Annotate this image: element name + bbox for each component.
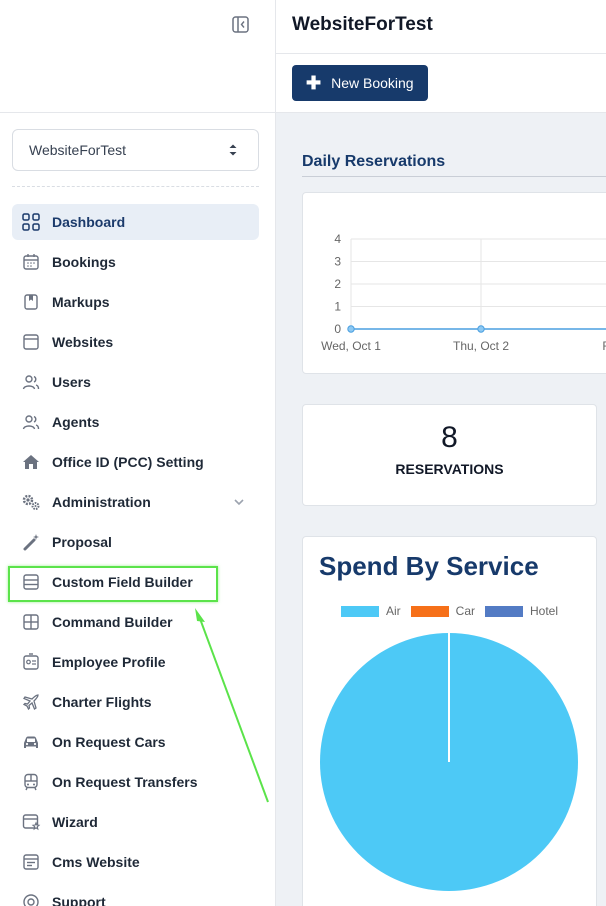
daily-reservations-title: Daily Reservations xyxy=(302,153,446,170)
sidebar-item-on-request-transfers[interactable]: On Request Transfers xyxy=(12,764,259,800)
x-tick-label: Fri, xyxy=(602,339,606,353)
sidebar-item-label: Websites xyxy=(52,334,114,350)
sidebar-item-markups[interactable]: Markups xyxy=(12,284,259,320)
website-selector[interactable]: WebsiteForTest xyxy=(12,129,259,171)
sidebar-item-label: Custom Field Builder xyxy=(52,574,193,590)
sidebar-item-label: Markups xyxy=(52,294,110,310)
sidebar-item-label: Administration xyxy=(52,494,151,510)
plus-icon: ✚ xyxy=(306,72,322,93)
x-tick-label: Thu, Oct 2 xyxy=(453,339,509,353)
form-rows-icon xyxy=(21,572,41,592)
reservations-label: RESERVATIONS xyxy=(395,461,504,477)
sidebar-item-label: Dashboard xyxy=(52,214,126,230)
sidebar-item-label: Bookings xyxy=(52,254,116,270)
reservations-count: 8 xyxy=(441,421,458,454)
sidebar-item-label: Support xyxy=(52,894,106,906)
sidebar-item-employee-profile[interactable]: Employee Profile xyxy=(12,644,259,680)
spend-by-service-card: Spend By Service Air Car Hotel xyxy=(302,536,597,906)
cms-icon xyxy=(21,852,41,872)
select-arrows-icon xyxy=(228,143,238,160)
top-header: WebsiteForTest xyxy=(276,0,606,54)
sidebar-item-wizard[interactable]: Wizard xyxy=(12,804,259,840)
chevron-down-icon[interactable] xyxy=(233,495,245,513)
layout-panels-icon xyxy=(21,612,41,632)
y-tick-label: 3 xyxy=(334,255,341,269)
car-icon xyxy=(21,732,41,752)
sidebar-item-support[interactable]: Support xyxy=(12,884,259,906)
sidebar-item-label: Command Builder xyxy=(52,614,173,630)
sidebar-item-custom-field-builder[interactable]: Custom Field Builder xyxy=(12,564,259,600)
sidebar-item-label: Proposal xyxy=(52,534,112,550)
sidebar-item-label: Office ID (PCC) Setting xyxy=(52,454,204,470)
sidebar-item-dashboard[interactable]: Dashboard xyxy=(12,204,259,240)
wizard-window-icon xyxy=(21,812,41,832)
calendar-icon xyxy=(21,252,41,272)
home-icon xyxy=(21,452,41,472)
sidebar-item-office-id-pcc-setting[interactable]: Office ID (PCC) Setting xyxy=(12,444,259,480)
y-tick-label: 0 xyxy=(334,322,341,336)
spend-pie-chart xyxy=(320,633,578,891)
sidebar-item-command-builder[interactable]: Command Builder xyxy=(12,604,259,640)
new-booking-label: New Booking xyxy=(331,75,414,91)
sidebar-item-websites[interactable]: Websites xyxy=(12,324,259,360)
gears-icon xyxy=(21,492,41,512)
data-point[interactable] xyxy=(477,325,485,333)
daily-reservations-card: 0 1 2 3 4 Wed, Oct 1 Thu, Oct 2 Fri, xyxy=(302,192,606,374)
sidebar-collapse-icon[interactable] xyxy=(232,16,249,33)
website-selector-value: WebsiteForTest xyxy=(29,142,126,158)
bus-icon xyxy=(21,772,41,792)
daily-reservations-chart: 0 1 2 3 4 Wed, Oct 1 Thu, Oct 2 Fri, xyxy=(321,232,606,353)
magic-wand-icon xyxy=(21,532,41,552)
sidebar-item-bookings[interactable]: Bookings xyxy=(12,244,259,280)
y-tick-label: 1 xyxy=(334,300,341,314)
browser-window-icon xyxy=(21,332,41,352)
dashboard-main: Daily Reservations 0 1 2 3 4 Wed, Oct 1 Thu, O… xyxy=(276,113,606,906)
sidebar-item-label: Cms Website xyxy=(52,854,140,870)
sidebar-item-label: Users xyxy=(52,374,91,390)
sidebar-header xyxy=(0,0,275,113)
sidebar-item-charter-flights[interactable]: Charter Flights xyxy=(12,684,259,720)
x-tick-label: Wed, Oct 1 xyxy=(321,339,381,353)
sidebar: WebsiteForTest Dashboard Bookings Markups W… xyxy=(0,0,276,906)
toolbar: ✚ New Booking xyxy=(276,54,606,113)
sidebar-item-label: Agents xyxy=(52,414,100,430)
sidebar-item-label: Employee Profile xyxy=(52,654,166,670)
id-card-icon xyxy=(21,652,41,672)
divider xyxy=(12,186,259,187)
section-divider xyxy=(302,176,606,177)
sidebar-item-label: Charter Flights xyxy=(52,694,152,710)
users-icon xyxy=(21,372,41,392)
support-icon xyxy=(21,892,41,906)
agents-icon xyxy=(21,412,41,432)
sidebar-item-proposal[interactable]: Proposal xyxy=(12,524,259,560)
airplane-icon xyxy=(21,692,41,712)
y-tick-label: 2 xyxy=(334,277,341,291)
y-tick-label: 4 xyxy=(334,232,341,246)
sidebar-item-label: On Request Transfers xyxy=(52,774,198,790)
data-point[interactable] xyxy=(347,325,355,333)
sidebar-item-label: On Request Cars xyxy=(52,734,166,750)
sidebar-item-agents[interactable]: Agents xyxy=(12,404,259,440)
bookmark-icon xyxy=(21,292,41,312)
sidebar-item-cms-website[interactable]: Cms Website xyxy=(12,844,259,880)
dashboard-grid-icon xyxy=(21,212,41,232)
reservations-card: 8 RESERVATIONS xyxy=(302,404,597,506)
sidebar-item-users[interactable]: Users xyxy=(12,364,259,400)
sidebar-item-administration[interactable]: Administration xyxy=(12,484,259,520)
new-booking-button[interactable]: ✚ New Booking xyxy=(292,65,428,101)
sidebar-item-label: Wizard xyxy=(52,814,98,830)
sidebar-item-on-request-cars[interactable]: On Request Cars xyxy=(12,724,259,760)
page-title: WebsiteForTest xyxy=(292,14,433,35)
